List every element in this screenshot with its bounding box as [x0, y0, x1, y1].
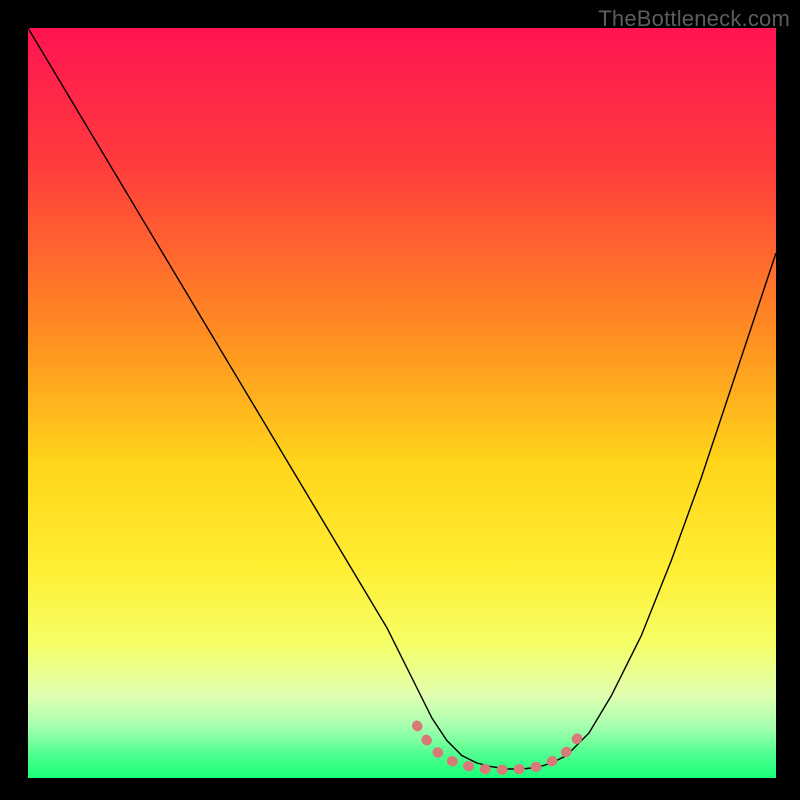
chart-background	[28, 28, 776, 778]
watermark-text: TheBottleneck.com	[598, 6, 790, 32]
chart-frame: TheBottleneck.com	[0, 0, 800, 800]
bottleneck-chart	[0, 0, 800, 800]
